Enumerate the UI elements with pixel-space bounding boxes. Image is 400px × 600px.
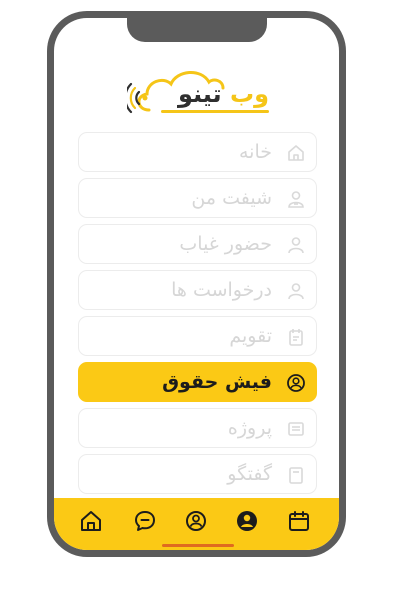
logo-text-main: تینو — [177, 80, 222, 108]
user-circle-icon[interactable] — [184, 509, 208, 533]
chat-icon[interactable] — [133, 509, 157, 533]
home-icon — [288, 145, 304, 161]
note-icon — [289, 467, 303, 484]
menu-item-attendance[interactable]: حضور غیاب — [78, 224, 317, 264]
clipboard-icon — [289, 329, 303, 346]
menu-item-label: شیفت من — [191, 187, 272, 209]
app-logo: وب تینو — [127, 60, 275, 122]
logo-text: وب تینو — [178, 80, 269, 108]
bottom-tab-bar — [54, 498, 339, 550]
calendar-icon[interactable] — [287, 509, 311, 533]
menu-item-label: فیش حقوق — [162, 371, 272, 393]
menu-item-payslip[interactable]: فیش حقوق — [78, 362, 317, 402]
menu-item-label: درخواست ها — [171, 279, 272, 301]
document-icon — [288, 422, 304, 436]
menu-item-label: گفتگو — [227, 463, 272, 485]
logo-text-accent: وب — [229, 80, 269, 108]
user-icon — [288, 283, 304, 300]
user-shift-icon — [288, 191, 304, 208]
menu-item-label: خانه — [238, 141, 272, 163]
menu-item-chat[interactable]: گفتگو — [78, 454, 317, 494]
logo-underline — [161, 110, 269, 113]
menu-item-home[interactable]: خانه — [78, 132, 317, 172]
menu-item-my-shift[interactable]: شیفت من — [78, 178, 317, 218]
menu-item-label: تقویم — [229, 325, 272, 347]
profile-filled-icon[interactable] — [235, 509, 259, 533]
phone-frame: وب تینو خانه شیفت من حضور غیاب درخواست ه… — [47, 11, 346, 557]
menu-item-project[interactable]: پروژه — [78, 408, 317, 448]
menu-item-label: حضور غیاب — [179, 233, 272, 255]
menu-item-label: پروژه — [227, 417, 272, 439]
home-icon[interactable] — [79, 509, 103, 533]
user-circle-icon — [287, 374, 305, 392]
home-indicator[interactable] — [162, 544, 234, 547]
menu-item-requests[interactable]: درخواست ها — [78, 270, 317, 310]
phone-notch — [127, 18, 267, 42]
menu-item-calendar[interactable]: تقویم — [78, 316, 317, 356]
app-screen: وب تینو خانه شیفت من حضور غیاب درخواست ه… — [54, 18, 339, 550]
user-icon — [288, 237, 304, 254]
